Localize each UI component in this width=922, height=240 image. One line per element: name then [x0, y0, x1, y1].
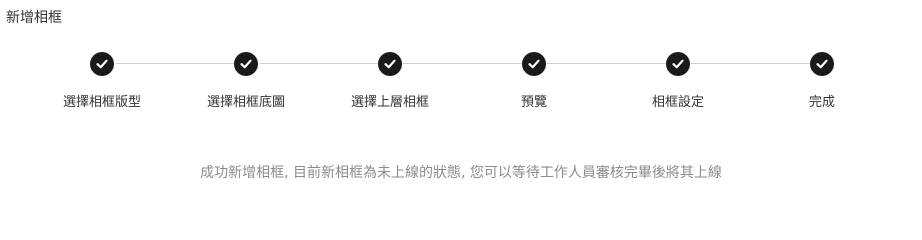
check-icon	[522, 52, 546, 76]
step-label: 選擇相框版型	[62, 95, 141, 110]
step-select-frame-template: 選擇相框版型	[32, 52, 172, 112]
check-icon	[234, 52, 258, 76]
step-label: 完成	[808, 95, 835, 110]
step-preview: 預覽	[464, 52, 604, 112]
progress-stepper: 選擇相框版型 選擇相框底圖 選擇上層相框 預覽 相框設定 完成	[0, 52, 922, 112]
step-label: 選擇上層相框	[350, 95, 429, 110]
check-icon	[810, 52, 834, 76]
check-icon	[378, 52, 402, 76]
step-select-frame-background: 選擇相框底圖	[176, 52, 316, 112]
step-label: 選擇相框底圖	[206, 95, 285, 110]
step-complete: 完成	[752, 52, 892, 112]
check-icon	[666, 52, 690, 76]
check-icon	[90, 52, 114, 76]
success-message: 成功新增相框, 目前新相框為未上線的狀態, 您可以等待工作人員審核完畢後將其上線	[200, 165, 722, 181]
step-select-top-frame: 選擇上層相框	[320, 52, 460, 112]
step-label: 預覽	[520, 95, 547, 110]
page-title: 新增相框	[6, 10, 62, 26]
success-page: 新增相框 選擇相框版型 選擇相框底圖 選擇上層相框 預覽 相框設定 完成 成功新…	[0, 0, 922, 213]
step-frame-settings: 相框設定	[608, 52, 748, 112]
step-label: 相框設定	[651, 95, 704, 110]
